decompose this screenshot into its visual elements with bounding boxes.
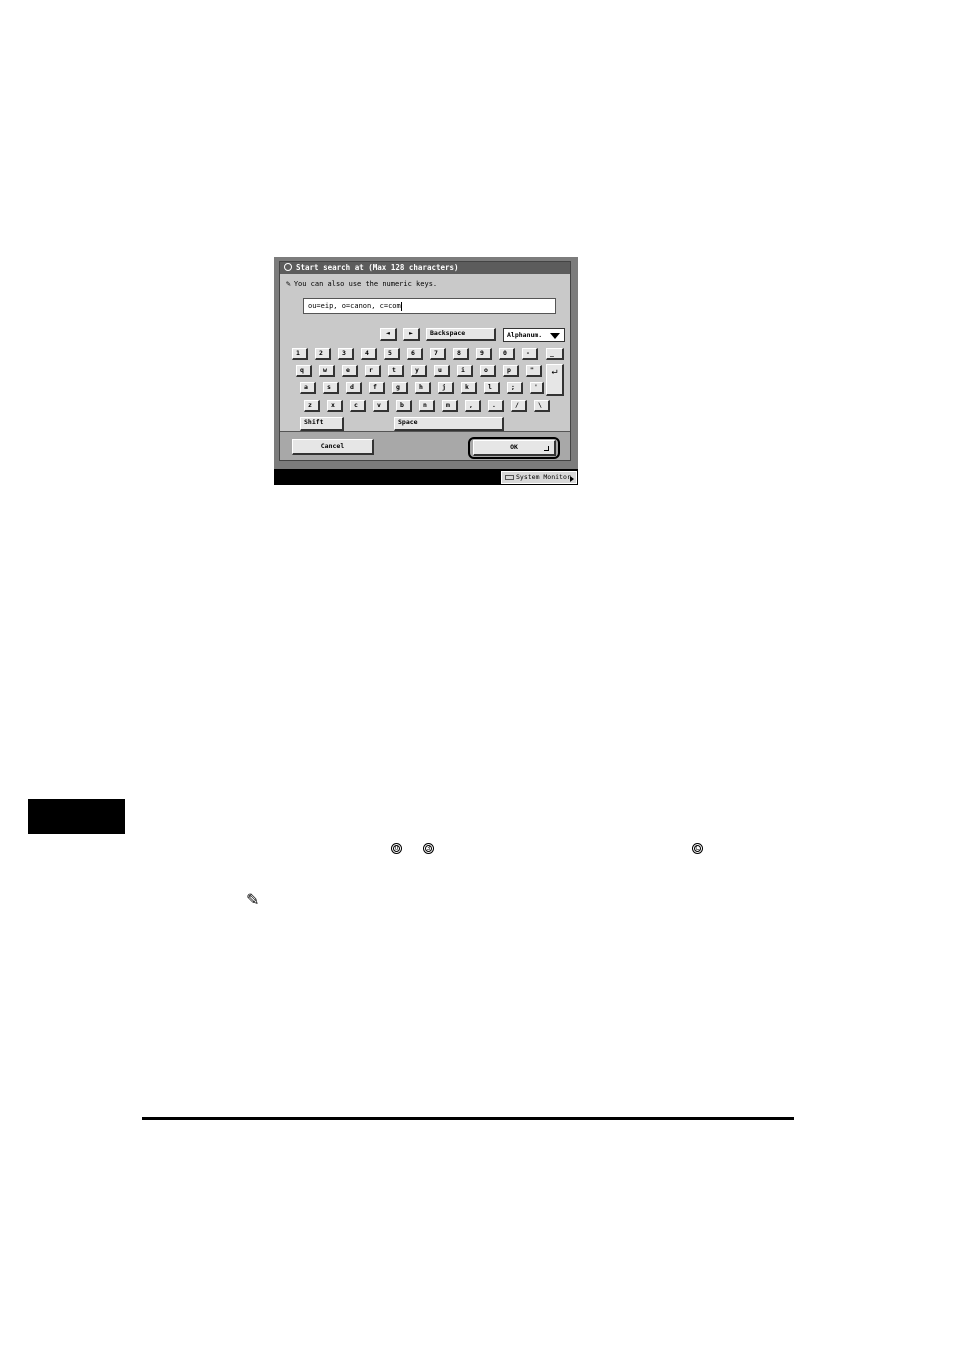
key-f[interactable]: f	[369, 382, 385, 394]
keyboard-dialog: Start search at (Max 128 characters) ✎ Yo…	[279, 261, 571, 461]
cancel-button[interactable]: Cancel	[292, 439, 374, 455]
search-start-input[interactable]: ou=eip, o=canon, c=com	[303, 298, 556, 314]
hint-text: ✎ You can also use the numeric keys.	[286, 279, 437, 288]
key-m[interactable]: m	[442, 400, 458, 412]
key-minus[interactable]: -	[522, 348, 538, 360]
footer-rule	[142, 1117, 794, 1120]
key-period[interactable]: .	[488, 400, 504, 412]
key-3[interactable]: 3	[338, 348, 354, 360]
input-mode-value: Alphanum.	[507, 331, 543, 339]
monitor-icon	[505, 475, 514, 480]
key-v[interactable]: v	[373, 400, 389, 412]
key-i[interactable]: i	[457, 365, 473, 377]
key-h[interactable]: h	[415, 382, 431, 394]
key-w[interactable]: w	[319, 365, 335, 377]
clear-key-icon: C	[692, 843, 703, 854]
cursor-left-button[interactable]: ◄	[380, 328, 397, 341]
key-slash[interactable]: /	[511, 400, 527, 412]
key-s[interactable]: s	[323, 382, 339, 394]
pencil-icon: ✎	[286, 279, 291, 288]
chapter-tab	[28, 799, 125, 834]
key-1[interactable]: 1	[292, 348, 308, 360]
key-l[interactable]: l	[484, 382, 500, 394]
enter-key[interactable]: ↵	[546, 364, 564, 396]
backspace-button[interactable]: Backspace	[426, 328, 496, 341]
key-u[interactable]: u	[434, 365, 450, 377]
key-0-icon: 0	[391, 843, 402, 854]
chevron-down-icon	[550, 333, 560, 339]
key-y[interactable]: y	[411, 365, 427, 377]
key-z[interactable]: z	[304, 400, 320, 412]
key-e[interactable]: e	[342, 365, 358, 377]
key-7[interactable]: 7	[430, 348, 446, 360]
key-c[interactable]: c	[350, 400, 366, 412]
text-caret	[400, 301, 402, 311]
status-bar: System Monitor	[274, 469, 578, 485]
shift-button[interactable]: Shift	[300, 417, 344, 431]
key-o[interactable]: o	[480, 365, 496, 377]
cursor-right-button[interactable]: ►	[403, 328, 420, 341]
key-d[interactable]: d	[346, 382, 362, 394]
key-2[interactable]: 2	[315, 348, 331, 360]
input-value: ou=eip, o=canon, c=com	[308, 302, 401, 310]
key-apostrophe[interactable]: '	[530, 382, 544, 394]
key-r[interactable]: r	[365, 365, 381, 377]
key-x[interactable]: x	[327, 400, 343, 412]
pencil-icon: ✎	[246, 890, 260, 909]
ok-label: OK	[510, 443, 518, 451]
ok-button[interactable]: OK	[473, 440, 556, 456]
system-monitor-label: System Monitor	[516, 473, 571, 481]
key-k[interactable]: k	[461, 382, 477, 394]
corner-mark-icon	[544, 446, 549, 451]
key-3-icon: 3	[423, 843, 434, 854]
dialog-titlebar: Start search at (Max 128 characters)	[280, 262, 570, 274]
key-0[interactable]: 0	[499, 348, 515, 360]
dialog-title: Start search at (Max 128 characters)	[296, 263, 459, 272]
return-icon: ↵	[551, 366, 558, 377]
hint-label: You can also use the numeric keys.	[293, 280, 438, 288]
device-screen: Start search at (Max 128 characters) ✎ Yo…	[274, 257, 578, 485]
key-9[interactable]: 9	[476, 348, 492, 360]
key-j[interactable]: j	[438, 382, 454, 394]
key-backslash[interactable]: \	[534, 400, 550, 412]
dialog-title-icon	[284, 263, 292, 271]
key-underscore[interactable]: _	[546, 348, 564, 360]
key-g[interactable]: g	[392, 382, 408, 394]
key-n[interactable]: n	[419, 400, 435, 412]
key-q[interactable]: q	[296, 365, 312, 377]
key-8[interactable]: 8	[453, 348, 469, 360]
play-arrow-icon	[570, 476, 574, 482]
key-4[interactable]: 4	[361, 348, 377, 360]
input-mode-select[interactable]: Alphanum.	[503, 328, 565, 342]
key-6[interactable]: 6	[407, 348, 423, 360]
key-comma[interactable]: ,	[465, 400, 481, 412]
dialog-footer: Cancel OK	[280, 431, 570, 460]
key-quote[interactable]: "	[526, 365, 542, 377]
key-t[interactable]: t	[388, 365, 404, 377]
key-b[interactable]: b	[396, 400, 412, 412]
key-p[interactable]: p	[503, 365, 519, 377]
space-button[interactable]: Space	[394, 417, 504, 431]
key-a[interactable]: a	[300, 382, 316, 394]
system-monitor-button[interactable]: System Monitor	[501, 471, 577, 484]
key-semicolon[interactable]: ;	[507, 382, 523, 394]
key-5[interactable]: 5	[384, 348, 400, 360]
